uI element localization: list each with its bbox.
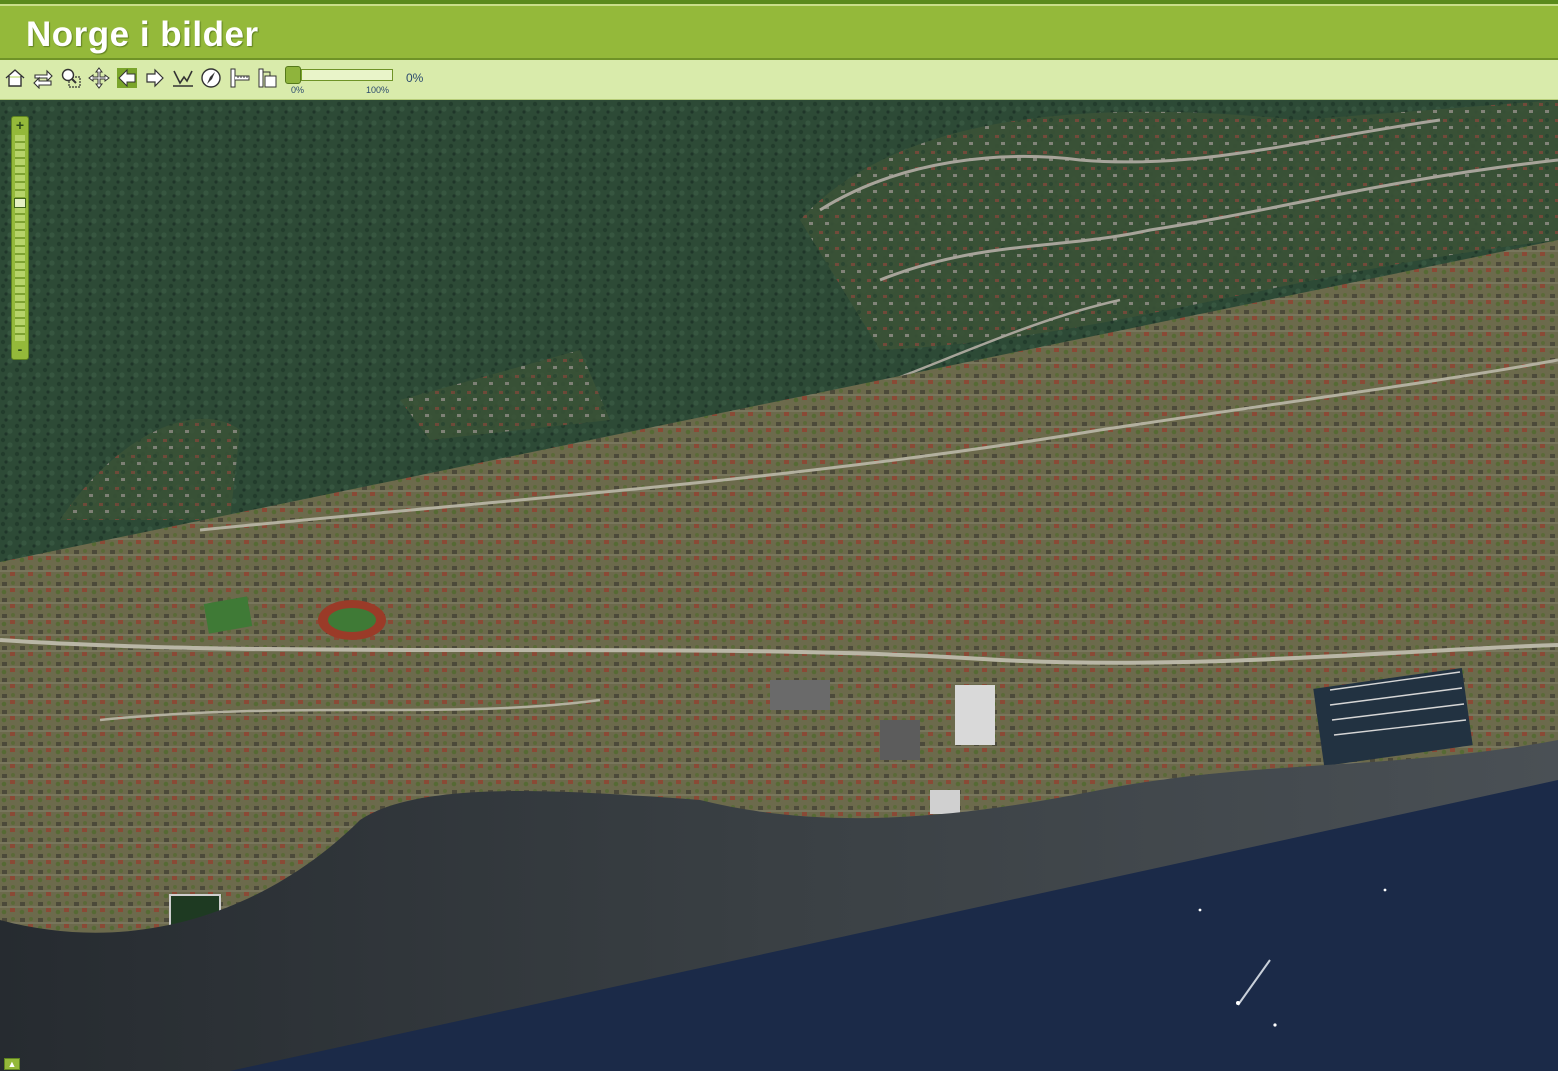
- boat-3: [1383, 888, 1387, 892]
- zoom-in-button[interactable]: +: [13, 118, 27, 132]
- industrial-building: [880, 720, 920, 760]
- zoom-control: + -: [11, 116, 29, 360]
- back-arrow-icon[interactable]: [116, 67, 138, 89]
- transparency-slider[interactable]: [285, 69, 393, 81]
- profile-icon[interactable]: [172, 67, 194, 89]
- boat-2: [1273, 1023, 1277, 1027]
- aerial-imagery: [0, 100, 1558, 1071]
- zoom-box-icon[interactable]: [60, 67, 82, 89]
- transparency-value: 0%: [406, 71, 424, 85]
- compass-icon[interactable]: [200, 67, 222, 89]
- home-icon[interactable]: [4, 67, 26, 89]
- swap-icon[interactable]: [32, 67, 54, 89]
- industrial-building-2: [930, 790, 960, 814]
- app-header: Norge i bilder: [0, 4, 1558, 60]
- warehouse: [955, 685, 995, 745]
- zoom-out-button[interactable]: -: [13, 342, 27, 356]
- app-title: Norge i bilder: [26, 15, 259, 54]
- pan-icon[interactable]: [88, 67, 110, 89]
- transparency-max-label: 100%: [366, 85, 390, 95]
- zoom-slider-track[interactable]: [15, 135, 25, 341]
- expand-panel-button[interactable]: ▲: [4, 1058, 20, 1070]
- zoom-slider-handle[interactable]: [14, 197, 26, 208]
- industrial-building-3: [770, 680, 830, 710]
- measure-area-icon[interactable]: [256, 67, 278, 89]
- stadium-field: [328, 608, 376, 632]
- transparency-slider-handle[interactable]: [285, 66, 301, 84]
- boat: [1236, 1001, 1240, 1005]
- aerial-map[interactable]: [0, 100, 1558, 1071]
- measure-line-icon[interactable]: [228, 67, 250, 89]
- boat-4: [1198, 908, 1202, 912]
- forward-arrow-icon[interactable]: [144, 67, 166, 89]
- transparency-min-label: 0%: [291, 85, 305, 95]
